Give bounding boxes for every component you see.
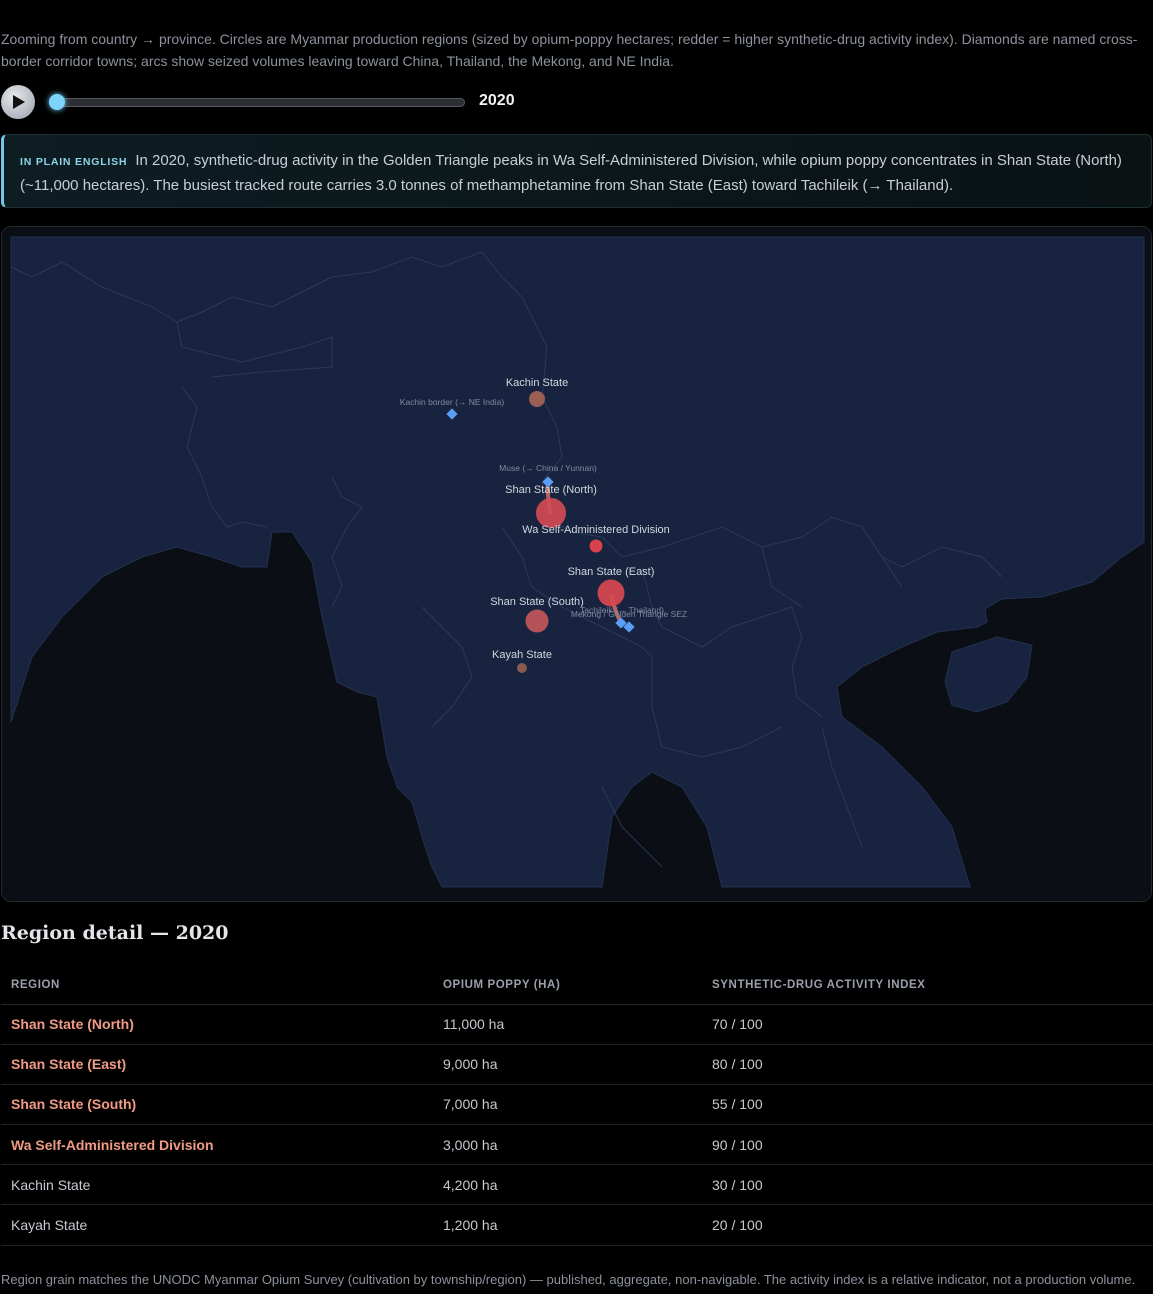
cell-region: Kayah State bbox=[1, 1204, 433, 1246]
region-circle-shan-east[interactable] bbox=[597, 579, 625, 607]
table-row[interactable]: Kachin State 4,200 ha 30 / 100 bbox=[1, 1164, 1153, 1206]
year-label: 2020 bbox=[479, 92, 515, 109]
cell-poppy: 9,000 ha bbox=[433, 1044, 702, 1085]
label-wa: Wa Self-Administered Division bbox=[522, 524, 670, 536]
label-shan-south: Shan State (South) bbox=[490, 596, 584, 608]
plain-english-text: In 2020, synthetic-drug activity in the … bbox=[20, 152, 1122, 194]
cell-index: 90 / 100 bbox=[702, 1124, 1153, 1166]
region-detail-table: REGION OPIUM POPPY (HA) SYNTHETIC-DRUG A… bbox=[1, 966, 1153, 1246]
cell-poppy: 1,200 ha bbox=[433, 1204, 702, 1246]
label-kayah: Kayah State bbox=[492, 649, 552, 661]
col-region: REGION bbox=[1, 966, 433, 1005]
col-index: SYNTHETIC-DRUG ACTIVITY INDEX bbox=[702, 966, 1153, 1005]
year-slider-thumb[interactable] bbox=[49, 94, 65, 110]
label-kachin: Kachin State bbox=[506, 377, 568, 389]
map-svg[interactable]: Kachin State Shan State (North) Wa Self-… bbox=[2, 227, 1152, 902]
cell-poppy: 3,000 ha bbox=[433, 1124, 702, 1166]
cell-index: 80 / 100 bbox=[702, 1044, 1153, 1085]
map-panel[interactable]: Kachin State Shan State (North) Wa Self-… bbox=[1, 226, 1152, 902]
cell-index: 20 / 100 bbox=[702, 1204, 1153, 1246]
cell-region: Shan State (East) bbox=[1, 1044, 433, 1085]
table-row[interactable]: Kayah State 1,200 ha 20 / 100 bbox=[1, 1204, 1153, 1246]
label-shan-east: Shan State (East) bbox=[568, 566, 655, 578]
plain-english-tag: IN PLAIN ENGLISH bbox=[20, 156, 128, 168]
timeline-player: 2020 bbox=[1, 85, 561, 119]
label-kachin-border: Kachin border (→ NE India) bbox=[400, 397, 505, 407]
region-circle-wa[interactable] bbox=[589, 539, 603, 553]
table-row[interactable]: Shan State (East) 9,000 ha 80 / 100 bbox=[1, 1044, 1153, 1085]
footnote: Region grain matches the UNODC Myanmar O… bbox=[1, 1272, 1136, 1287]
year-slider[interactable] bbox=[53, 98, 465, 107]
cell-poppy: 7,000 ha bbox=[433, 1084, 702, 1126]
cell-region: Wa Self-Administered Division bbox=[1, 1124, 433, 1166]
table-row[interactable]: Shan State (North) 11,000 ha 70 / 100 bbox=[1, 1004, 1153, 1045]
label-muse: Muse (→ China / Yunnan) bbox=[499, 463, 597, 473]
label-shan-north: Shan State (North) bbox=[505, 484, 597, 496]
cell-index: 70 / 100 bbox=[702, 1004, 1153, 1045]
cell-poppy: 11,000 ha bbox=[433, 1004, 702, 1045]
cell-index: 55 / 100 bbox=[702, 1084, 1153, 1126]
label-mekong-sez: Mekong / Golden Triangle SEZ bbox=[571, 609, 687, 619]
cell-index: 30 / 100 bbox=[702, 1164, 1153, 1206]
plain-english-summary: IN PLAIN ENGLISH In 2020, synthetic-drug … bbox=[1, 134, 1152, 208]
cell-region: Shan State (South) bbox=[1, 1084, 433, 1126]
region-detail-title: Region detail — 2020 bbox=[1, 922, 229, 944]
play-icon bbox=[13, 95, 25, 109]
cell-region: Shan State (North) bbox=[1, 1004, 433, 1045]
intro-text: Zooming from country → province. Circles… bbox=[1, 31, 1138, 69]
play-button[interactable] bbox=[1, 85, 35, 119]
region-circle-kachin[interactable] bbox=[529, 391, 545, 407]
region-circle-shan-south[interactable] bbox=[525, 609, 549, 633]
table-header-row: REGION OPIUM POPPY (HA) SYNTHETIC-DRUG A… bbox=[1, 966, 1153, 1005]
table-row[interactable]: Wa Self-Administered Division 3,000 ha 9… bbox=[1, 1124, 1153, 1166]
cell-region: Kachin State bbox=[1, 1164, 433, 1206]
cell-poppy: 4,200 ha bbox=[433, 1164, 702, 1206]
table-row[interactable]: Shan State (South) 7,000 ha 55 / 100 bbox=[1, 1084, 1153, 1126]
col-poppy: OPIUM POPPY (HA) bbox=[433, 966, 702, 1005]
region-circle-kayah[interactable] bbox=[517, 663, 527, 673]
